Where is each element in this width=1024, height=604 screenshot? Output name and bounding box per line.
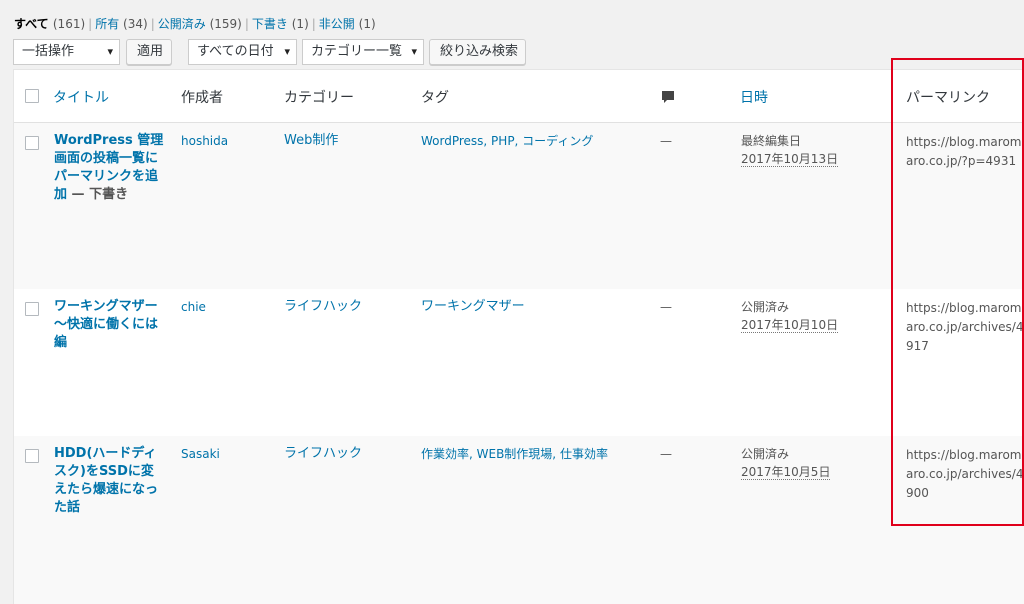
post-date-status: 最終編集日 [741,134,802,148]
view-mine[interactable]: 所有 (34) [95,17,147,31]
category-filter-value: カテゴリー一覧 [311,44,403,59]
post-author[interactable]: chie [181,298,206,316]
date-filter-value: すべての日付 [197,44,274,59]
column-tags: タグ [421,90,449,106]
separator: | [244,17,249,31]
post-category[interactable]: Web制作 [284,132,338,150]
table-row: WordPress 管理画面の投稿一覧にパーマリンクを追加 — 下書き hosh… [14,123,1024,289]
post-date-status: 公開済み [741,447,790,461]
post-author[interactable]: hoshida [181,132,228,150]
post-category[interactable]: ライフハック [284,298,362,316]
separator: | [88,17,93,31]
post-date-status: 公開済み [741,300,790,314]
posts-table: タイトル 作成者 カテゴリー タグ 日時 パーマリンク WordPress 管理… [13,58,1024,604]
post-date-value: 2017年10月5日 [741,465,831,480]
post-author[interactable]: Sasaki [181,445,220,463]
post-title[interactable]: ワーキングマザー ～快適に働くには編 [54,298,171,352]
filter-button[interactable]: 絞り込み検索 [429,39,526,65]
row-checkbox[interactable] [25,449,39,463]
column-permalink: パーマリンク [906,90,990,106]
post-tags[interactable]: WordPress, PHP, コーディング [421,132,593,150]
separator: | [311,17,316,31]
column-categories: カテゴリー [284,90,354,106]
table-header: タイトル 作成者 カテゴリー タグ 日時 パーマリンク [14,70,1024,123]
comment-icon[interactable] [661,90,675,104]
apply-button[interactable]: 適用 [126,39,172,65]
post-category[interactable]: ライフハック [284,445,362,463]
post-comments: — [660,300,672,314]
bulk-action-value: 一括操作 [22,44,75,59]
select-all-checkbox[interactable] [25,89,39,103]
separator: | [150,17,155,31]
post-date-value: 2017年10月10日 [741,318,839,333]
view-published[interactable]: 公開済み (159) [158,17,242,31]
view-private[interactable]: 非公開 (1) [319,17,376,31]
post-date: 公開済み 2017年10月10日 [741,298,839,334]
table-row: HDD(ハードディスク)をSSDに変えたら爆速になった話 Sasaki ライフハ… [14,436,1024,604]
post-date-value: 2017年10月13日 [741,152,839,167]
table-row: ワーキングマザー ～快適に働くには編 chie ライフハック ワーキングマザー … [14,289,1024,436]
column-date[interactable]: 日時 [740,87,768,107]
post-permalink: https://blog.maromaro.co.jp/archives/490… [906,448,1024,500]
row-checkbox[interactable] [25,136,39,150]
post-tags[interactable]: ワーキングマザー [421,298,525,316]
date-filter-select[interactable]: すべての日付 [188,39,297,65]
row-checkbox[interactable] [25,302,39,316]
post-date: 最終編集日 2017年10月13日 [741,132,839,168]
column-author: 作成者 [181,90,223,106]
post-tags[interactable]: 作業効率, WEB制作現場, 仕事効率 [421,445,608,463]
post-title[interactable]: HDD(ハードディスク)をSSDに変えたら爆速になった話 [54,445,166,517]
post-comments: — [660,134,672,148]
column-title[interactable]: タイトル [53,87,109,107]
post-title-text[interactable]: HDD(ハードディスク)をSSDに変えたら爆速になった話 [54,446,158,515]
post-permalink: https://blog.maromaro.co.jp/archives/491… [906,301,1024,353]
post-title[interactable]: WordPress 管理画面の投稿一覧にパーマリンクを追加 — 下書き [54,132,166,204]
view-all[interactable]: すべて (161) [14,17,85,31]
post-title-text[interactable]: ワーキングマザー ～快適に働くには編 [54,299,171,350]
post-comments: — [660,447,672,461]
view-filters: すべて (161) | 所有 (34) | 公開済み (159) | 下書き (1) | 非公開… [14,15,376,32]
post-state: — 下書き [67,187,129,202]
post-permalink: https://blog.maromaro.co.jp/?p=4931 [906,135,1022,168]
view-drafts[interactable]: 下書き (1) [252,17,309,31]
bulk-action-select[interactable]: 一括操作 [13,39,120,65]
category-filter-select[interactable]: カテゴリー一覧 [302,39,424,65]
post-date: 公開済み 2017年10月5日 [741,445,831,481]
